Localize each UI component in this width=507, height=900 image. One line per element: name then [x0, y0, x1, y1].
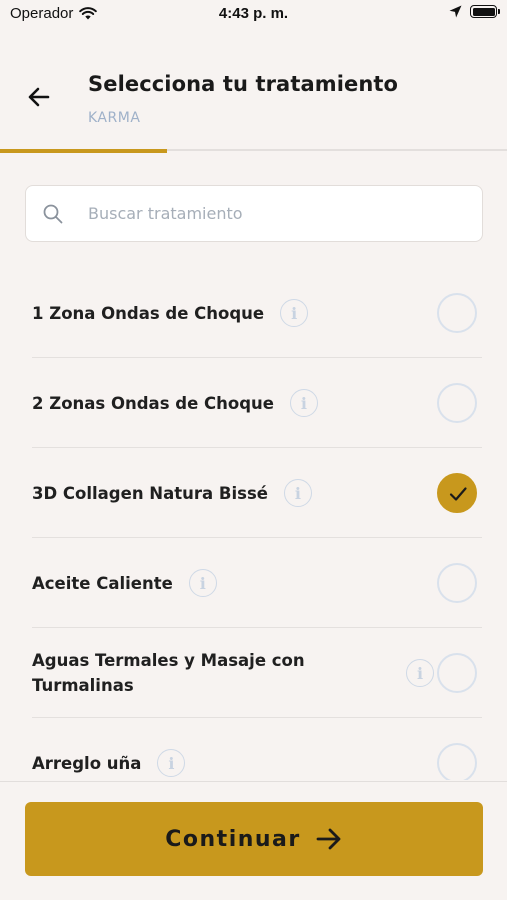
radio-unselected[interactable]	[437, 743, 477, 780]
location-arrow-icon	[449, 5, 462, 18]
treatment-item[interactable]: 3D Collagen Natura Bissé i	[32, 448, 482, 538]
continue-button[interactable]: Continuar	[25, 802, 483, 876]
treatment-label-row: 2 Zonas Ondas de Choque i	[32, 358, 318, 448]
treatment-name: 3D Collagen Natura Bissé	[32, 483, 268, 503]
treatment-label-row: Aguas Termales y Masaje con Turmalinas i	[32, 628, 434, 718]
treatment-item[interactable]: 1 Zona Ondas de Choque i	[32, 268, 482, 358]
page-subtitle: KARMA	[88, 110, 141, 126]
treatment-item[interactable]: Arreglo uña i	[32, 718, 482, 780]
treatment-label-row: 3D Collagen Natura Bissé i	[32, 448, 312, 538]
info-icon[interactable]: i	[283, 479, 312, 507]
treatment-item[interactable]: 2 Zonas Ondas de Choque i	[32, 358, 482, 448]
progress-bar-fill	[0, 149, 168, 153]
page-title: Selecciona tu tratamiento	[88, 72, 399, 96]
treatment-item[interactable]: Aceite Caliente i	[32, 538, 482, 628]
treatment-label-row: Arreglo uña i	[32, 718, 186, 780]
treatment-list: 1 Zona Ondas de Choque i 2 Zonas Ondas de …	[0, 268, 507, 780]
info-icon[interactable]: i	[406, 659, 434, 687]
treatment-name: 2 Zonas Ondas de Choque	[32, 393, 274, 413]
info-icon[interactable]: i	[280, 299, 309, 327]
radio-unselected[interactable]	[437, 563, 477, 603]
info-icon[interactable]: i	[188, 569, 217, 597]
check-icon	[449, 487, 467, 501]
arrow-right-icon	[316, 828, 341, 850]
info-icon[interactable]: i	[157, 749, 186, 777]
back-button[interactable]	[24, 82, 54, 112]
status-right	[449, 5, 500, 18]
search-box[interactable]	[25, 185, 483, 242]
info-icon[interactable]: i	[289, 389, 318, 417]
treatment-name: Aguas Termales y Masaje con Turmalinas	[32, 651, 305, 695]
radio-unselected[interactable]	[437, 653, 477, 693]
battery-icon	[470, 5, 500, 18]
treatment-item[interactable]: Aguas Termales y Masaje con Turmalinas i	[32, 628, 482, 718]
treatment-name: Aceite Caliente	[32, 573, 173, 593]
treatment-label-row: 1 Zona Ondas de Choque i	[32, 268, 309, 358]
header: Selecciona tu tratamiento KARMA	[0, 60, 507, 150]
status-time: 4:43 p. m.	[218, 5, 289, 22]
radio-unselected[interactable]	[437, 383, 477, 423]
radio-unselected[interactable]	[437, 293, 477, 333]
search-icon	[43, 204, 63, 224]
treatment-name: Arreglo uña	[32, 753, 142, 773]
footer-divider	[0, 781, 507, 782]
treatment-label-row: Aceite Caliente i	[32, 538, 217, 628]
continue-label: Continuar	[165, 826, 301, 852]
arrow-left-icon	[28, 87, 50, 107]
radio-selected[interactable]	[437, 473, 477, 513]
search-input[interactable]	[88, 186, 468, 241]
status-bar: Operador 4:43 p. m.	[0, 0, 507, 28]
treatment-name: 1 Zona Ondas de Choque	[32, 303, 265, 323]
